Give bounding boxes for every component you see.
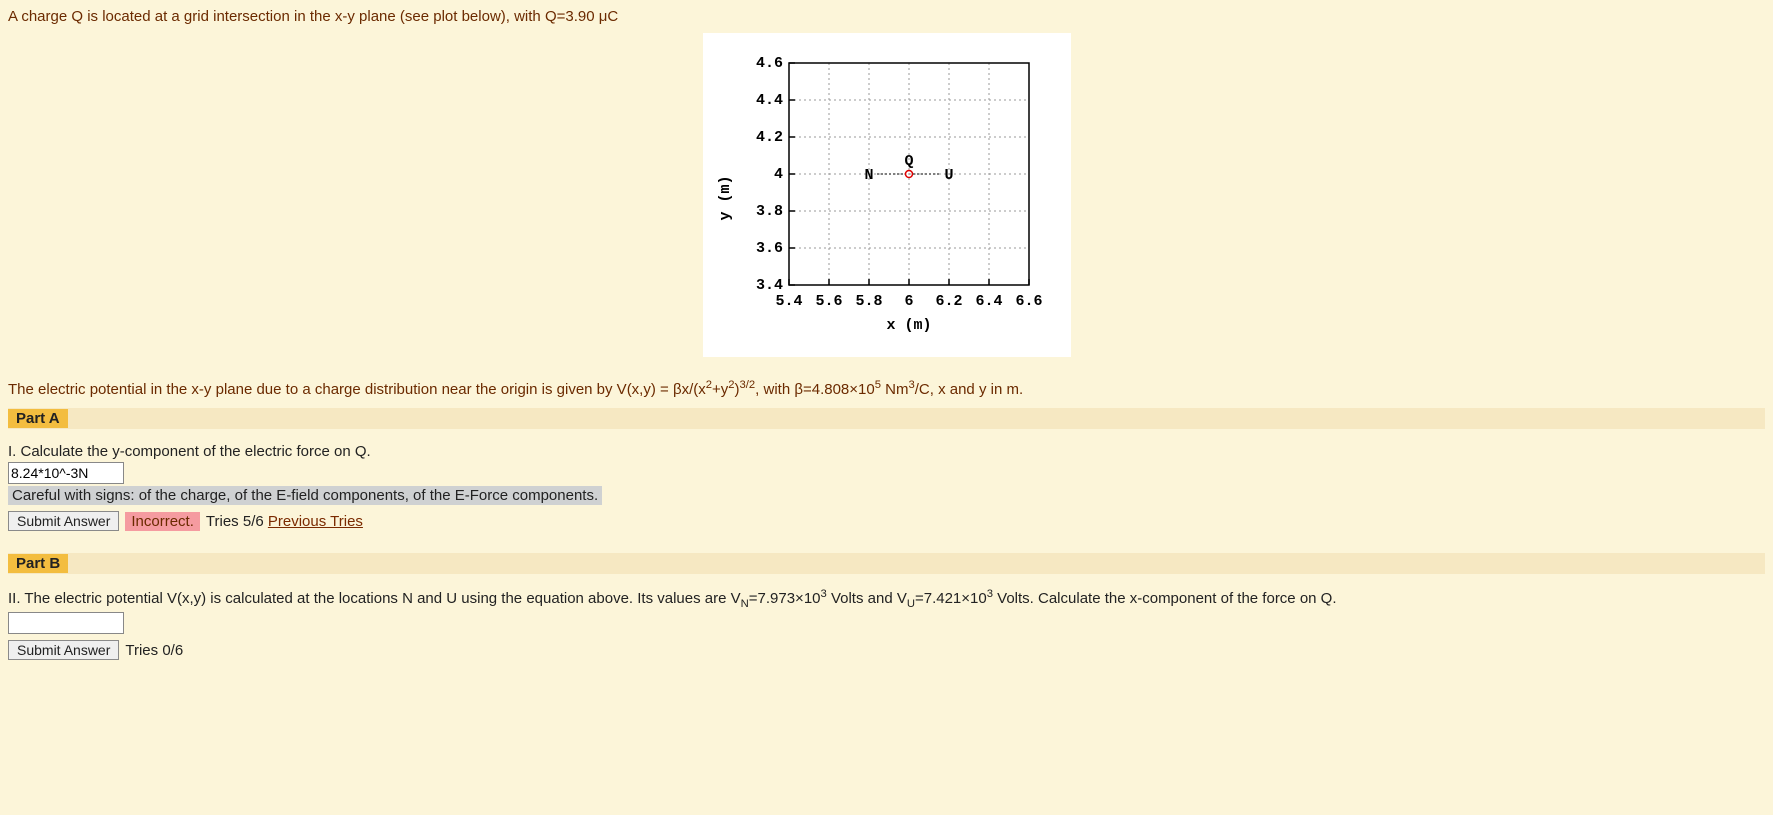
submit-button-a[interactable]: Submit Answer (8, 511, 119, 531)
status-incorrect: Incorrect. (125, 512, 200, 531)
part-b-input[interactable] (8, 612, 124, 634)
x-axis-label: x (m) (886, 317, 931, 334)
part-a-question: I. Calculate the y-component of the elec… (8, 443, 1765, 460)
point-label-n: N (864, 167, 873, 184)
svg-text:5.4: 5.4 (775, 293, 802, 310)
previous-tries-link[interactable]: Previous Tries (268, 513, 363, 530)
svg-text:4.2: 4.2 (755, 129, 782, 146)
part-a-hint: Careful with signs: of the charge, of th… (8, 486, 602, 505)
part-a-input[interactable] (8, 462, 124, 484)
point-label-u: U (944, 167, 953, 184)
svg-text:3.6: 3.6 (755, 240, 782, 257)
svg-text:6.2: 6.2 (935, 293, 962, 310)
point-label-q: Q (904, 153, 913, 170)
submit-button-b[interactable]: Submit Answer (8, 640, 119, 660)
part-a-label: Part A (8, 409, 68, 428)
y-axis-label: y (m) (717, 175, 734, 220)
xy-plot: y (m) 4.6 4.4 4.2 4 3.8 3.6 3.4 (703, 33, 1071, 357)
part-b-question: II. The electric potential V(x,y) is cal… (8, 588, 1765, 610)
part-b-label: Part B (8, 554, 68, 573)
svg-text:4.6: 4.6 (755, 55, 782, 72)
tries-a: Tries 5/6 Previous Tries (206, 513, 363, 530)
svg-text:4: 4 (773, 166, 782, 183)
svg-text:5.6: 5.6 (815, 293, 842, 310)
plot-container: y (m) 4.6 4.4 4.2 4 3.8 3.6 3.4 (8, 33, 1765, 357)
part-a-bar: Part A (8, 408, 1765, 429)
svg-text:4.4: 4.4 (755, 92, 782, 109)
plot-area: N Q U (789, 63, 1029, 285)
svg-text:6.6: 6.6 (1015, 293, 1042, 310)
svg-text:3.8: 3.8 (755, 203, 782, 220)
svg-text:3.4: 3.4 (755, 277, 782, 294)
part-b-bar: Part B (8, 553, 1765, 574)
svg-text:6.4: 6.4 (975, 293, 1002, 310)
tries-a-text: Tries 5/6 (206, 513, 264, 530)
svg-text:5.8: 5.8 (855, 293, 882, 310)
formula-text: The electric potential in the x-y plane … (8, 379, 1765, 398)
svg-text:6: 6 (904, 293, 913, 310)
problem-intro: A charge Q is located at a grid intersec… (8, 8, 1765, 25)
tries-b: Tries 0/6 (125, 642, 183, 659)
